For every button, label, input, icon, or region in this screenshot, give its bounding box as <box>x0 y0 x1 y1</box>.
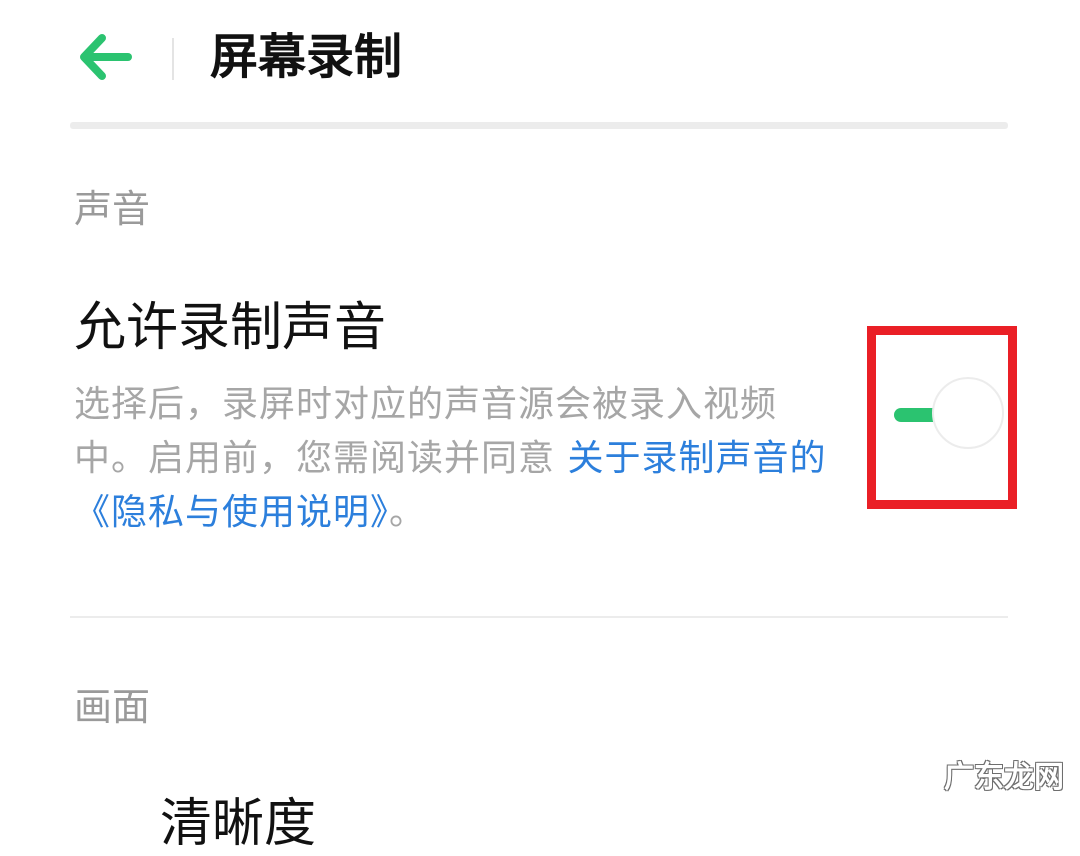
header-shadow <box>70 122 1008 129</box>
app-header: 屏幕录制 <box>0 0 1080 120</box>
description-end: 。 <box>389 492 427 533</box>
page-title: 屏幕录制 <box>210 29 403 85</box>
section-header-picture: 画面 <box>74 685 151 729</box>
row-divider <box>70 616 1008 618</box>
arrow-left-icon <box>80 34 132 80</box>
resolution-setting-title[interactable]: 清晰度 <box>160 792 316 856</box>
back-button[interactable] <box>72 26 138 88</box>
allow-record-sound-description: 选择后，录屏时对应的声音源会被录入视频中。启用前，您需阅读并同意 关于录制声音的… <box>74 378 834 540</box>
toggle-knob <box>932 377 1004 449</box>
watermark-text: 广东龙网 <box>944 760 1064 795</box>
section-header-sound: 声音 <box>74 187 151 231</box>
allow-record-sound-title[interactable]: 允许录制声音 <box>74 296 386 360</box>
header-divider <box>172 38 174 80</box>
allow-record-sound-toggle[interactable] <box>890 376 1008 452</box>
